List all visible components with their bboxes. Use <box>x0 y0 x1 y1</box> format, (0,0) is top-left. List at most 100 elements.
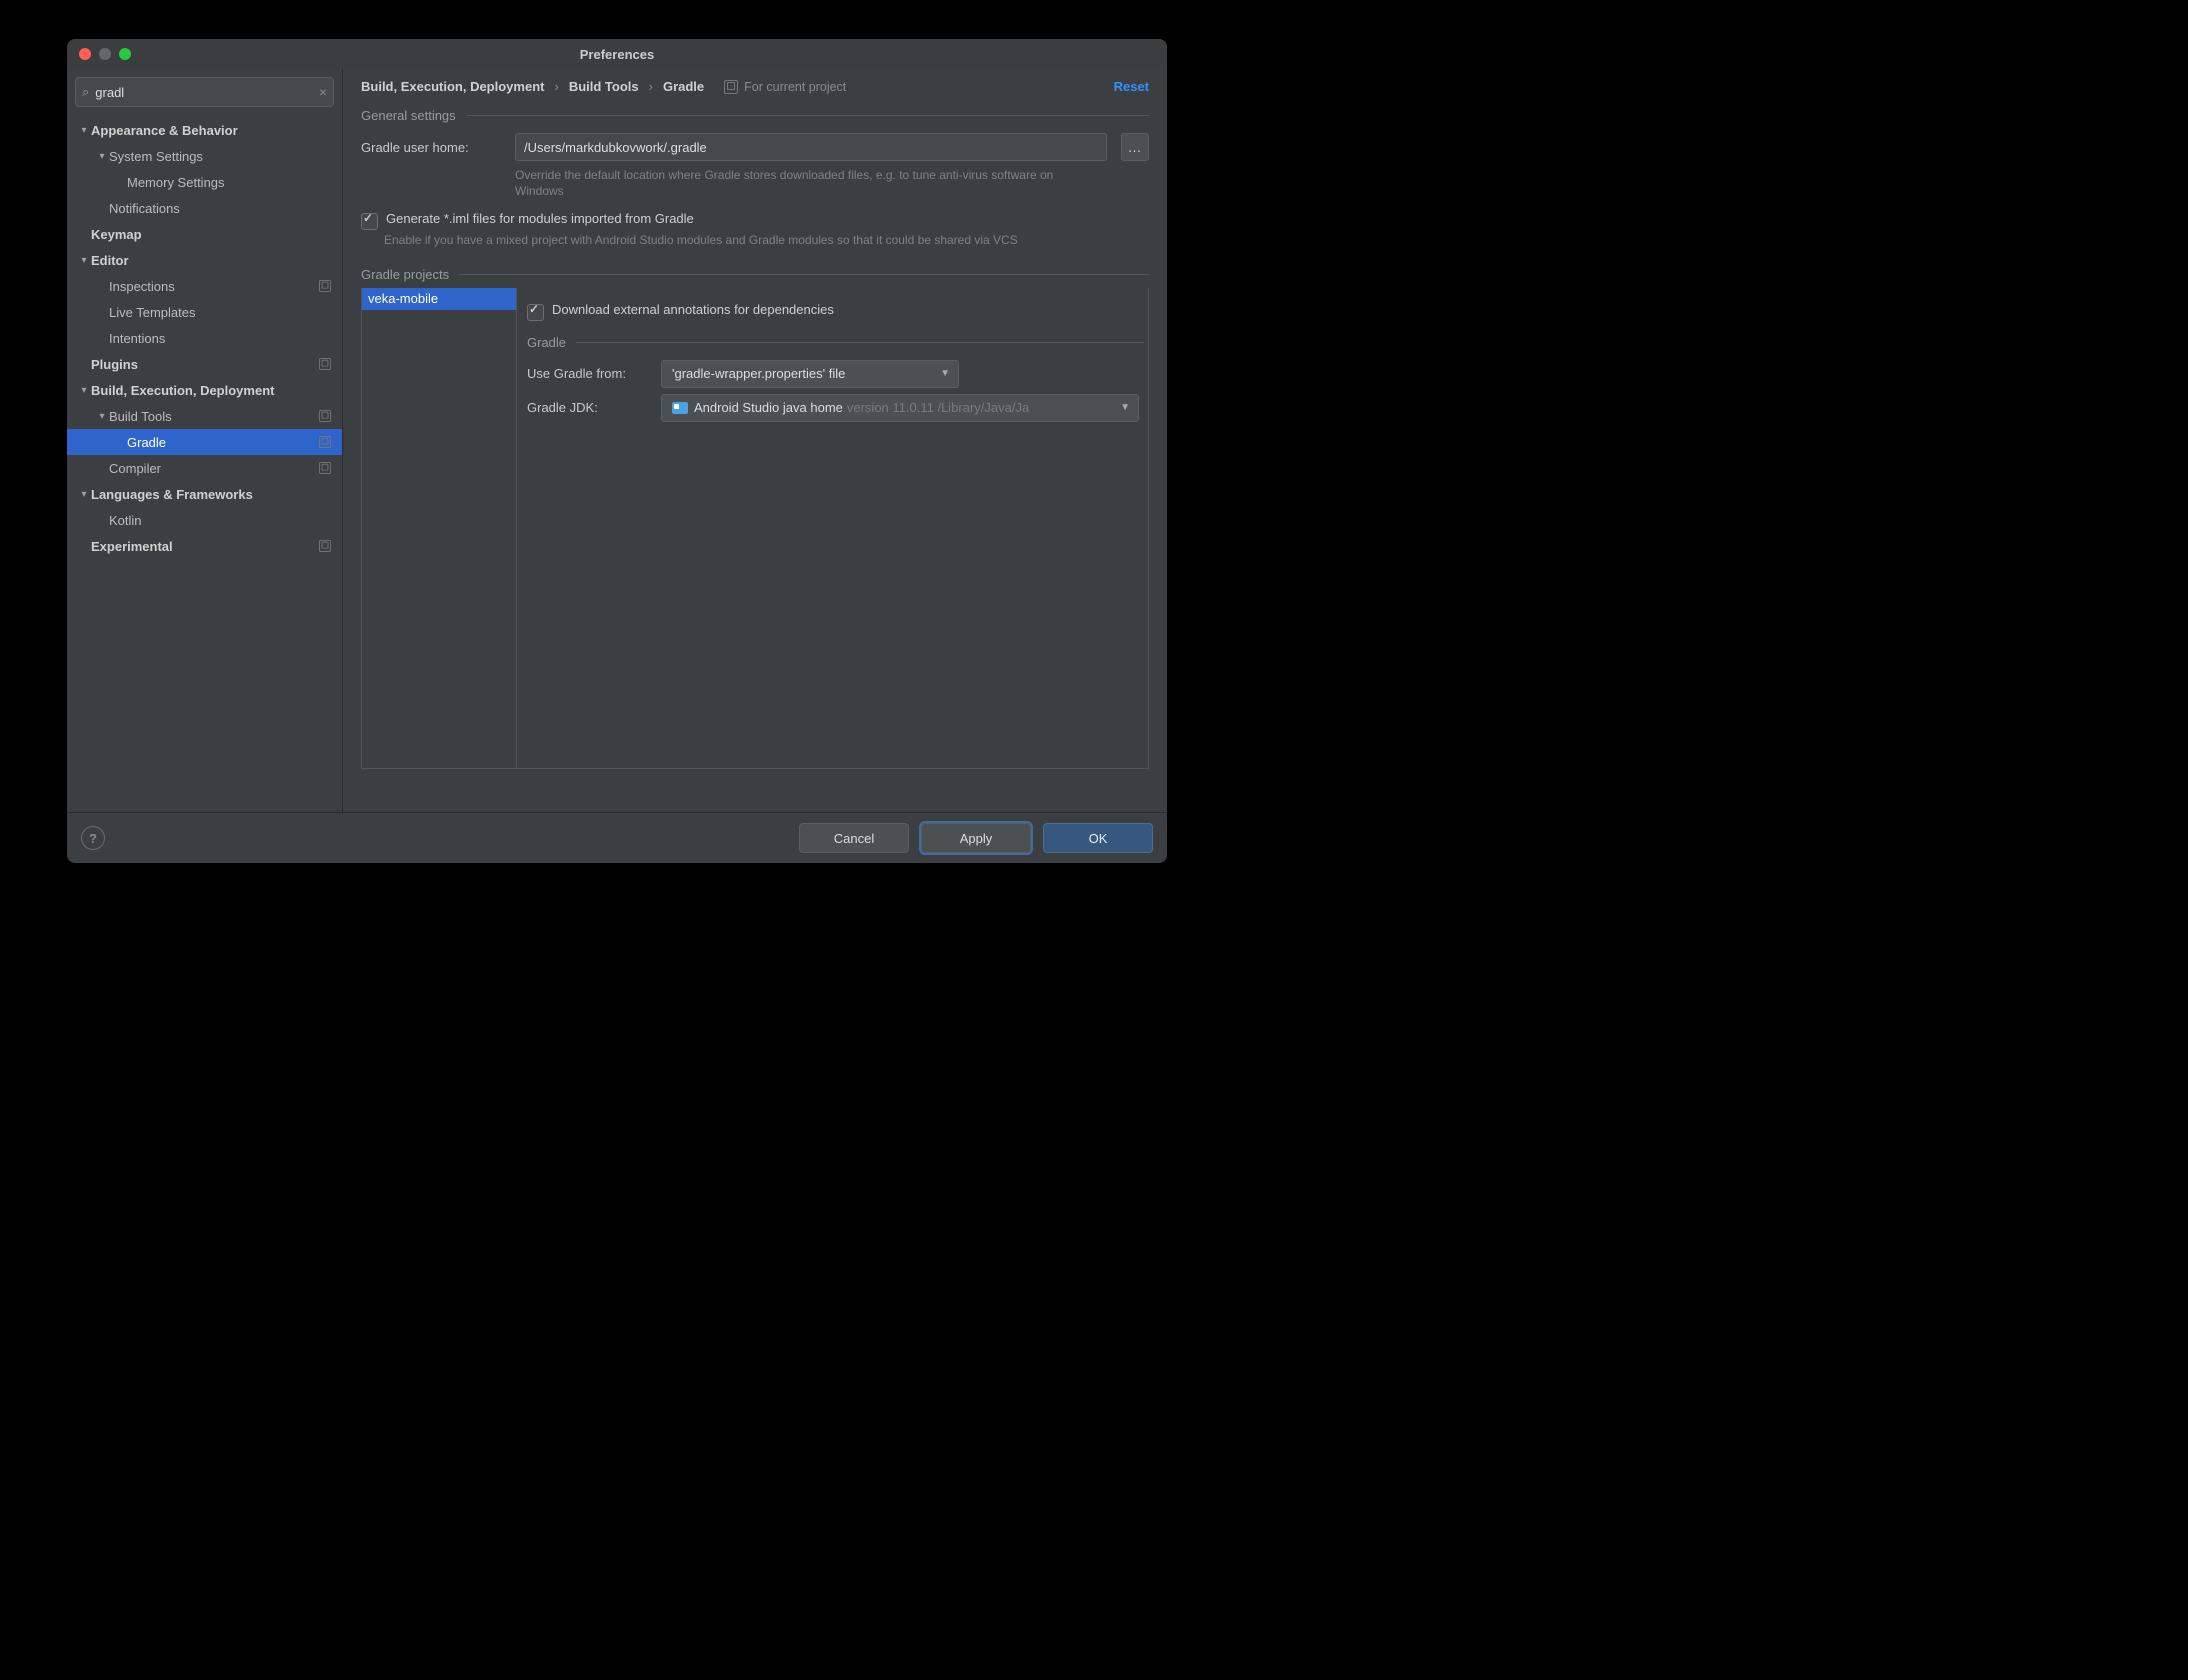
use-gradle-from-label: Use Gradle from: <box>527 366 647 381</box>
sidebar-item-label: Notifications <box>109 201 342 216</box>
search-box[interactable]: ⌕ × <box>75 77 334 107</box>
general-settings-title: General settings <box>361 108 1149 123</box>
divider <box>576 342 1144 343</box>
gradle-project-item[interactable]: veka-mobile <box>362 288 516 310</box>
sidebar-item-gradle[interactable]: Gradle <box>67 429 342 455</box>
sidebar-item-label: Keymap <box>91 227 342 242</box>
generate-iml-checkbox[interactable] <box>361 213 378 230</box>
download-annotations-checkbox[interactable] <box>527 304 544 321</box>
divider <box>459 274 1149 275</box>
gradle-subsection-title: Gradle <box>527 335 1144 350</box>
gradle-jdk-row: Gradle JDK: Android Studio java home ver… <box>527 394 1144 422</box>
gradle-project-list: veka-mobile <box>362 288 517 768</box>
sidebar-item-compiler[interactable]: Compiler <box>67 455 342 481</box>
settings-tree: ▾Appearance & Behavior▾System SettingsMe… <box>67 115 342 812</box>
project-scope-icon <box>318 357 332 371</box>
scope-indicator: For current project <box>724 80 846 94</box>
zoom-window-button[interactable] <box>119 48 131 60</box>
sidebar-item-experimental[interactable]: Experimental <box>67 533 342 559</box>
chevron-icon: ▾ <box>95 151 109 162</box>
divider <box>466 115 1149 116</box>
generate-iml-row: Generate *.iml files for modules importe… <box>361 211 1149 230</box>
sidebar-item-appearance-behavior[interactable]: ▾Appearance & Behavior <box>67 117 342 143</box>
breadcrumb-sep: › <box>649 79 653 94</box>
gradle-home-hint: Override the default location where Grad… <box>515 167 1095 199</box>
sidebar-item-build-execution-deployment[interactable]: ▾Build, Execution, Deployment <box>67 377 342 403</box>
chevron-icon: ▾ <box>77 489 91 500</box>
crumb-build-tools[interactable]: Build Tools <box>569 79 639 94</box>
search-icon: ⌕ <box>82 84 89 100</box>
chevron-icon: ▾ <box>77 255 91 266</box>
crumb-gradle: Gradle <box>663 79 704 94</box>
sidebar-item-label: Memory Settings <box>127 175 342 190</box>
sidebar-item-label: Languages & Frameworks <box>91 487 342 502</box>
general-settings-title-text: General settings <box>361 108 456 123</box>
generate-iml-label[interactable]: Generate *.iml files for modules importe… <box>386 211 694 226</box>
apply-button[interactable]: Apply <box>921 823 1031 853</box>
preferences-window: Preferences ⌕ × ▾Appearance & Behavior▾S… <box>67 39 1167 863</box>
window-controls <box>79 48 131 60</box>
sidebar-item-label: System Settings <box>109 149 342 164</box>
sidebar-item-label: Inspections <box>109 279 318 294</box>
gradle-home-row: Gradle user home: … <box>361 133 1149 161</box>
clear-search-icon[interactable]: × <box>319 84 327 100</box>
sidebar-item-label: Build Tools <box>109 409 318 424</box>
help-button[interactable]: ? <box>81 826 105 850</box>
sidebar-item-live-templates[interactable]: Live Templates <box>67 299 342 325</box>
sidebar-item-label: Gradle <box>127 435 318 450</box>
breadcrumb-sep: › <box>554 79 558 94</box>
gradle-jdk-main: Android Studio java home <box>694 400 843 415</box>
scope-label: For current project <box>744 80 846 94</box>
project-scope-icon <box>318 539 332 553</box>
download-annotations-label[interactable]: Download external annotations for depend… <box>552 302 834 317</box>
dialog-footer: ? Cancel Apply OK <box>67 812 1167 863</box>
sidebar-item-build-tools[interactable]: ▾Build Tools <box>67 403 342 429</box>
reset-link[interactable]: Reset <box>1114 79 1149 94</box>
sidebar-item-keymap[interactable]: Keymap <box>67 221 342 247</box>
sidebar-item-kotlin[interactable]: Kotlin <box>67 507 342 533</box>
chevron-icon: ▾ <box>77 125 91 136</box>
breadcrumb: Build, Execution, Deployment › Build Too… <box>343 69 1167 104</box>
sidebar-item-inspections[interactable]: Inspections <box>67 273 342 299</box>
sidebar-item-label: Intentions <box>109 331 342 346</box>
generate-iml-hint: Enable if you have a mixed project with … <box>384 232 1149 248</box>
sidebar-item-label: Kotlin <box>109 513 342 528</box>
project-scope-icon <box>318 461 332 475</box>
crumb-build[interactable]: Build, Execution, Deployment <box>361 79 544 94</box>
sidebar-item-label: Experimental <box>91 539 318 554</box>
gradle-projects-section: Gradle projects veka-mobile Download ext… <box>361 267 1149 769</box>
use-gradle-from-select[interactable]: 'gradle-wrapper.properties' file ▼ <box>661 360 959 388</box>
sidebar-item-label: Build, Execution, Deployment <box>91 383 342 398</box>
sidebar-item-editor[interactable]: ▾Editor <box>67 247 342 273</box>
chevron-down-icon: ▼ <box>1120 402 1130 413</box>
sidebar-item-label: Live Templates <box>109 305 342 320</box>
sidebar-item-intentions[interactable]: Intentions <box>67 325 342 351</box>
sidebar-item-system-settings[interactable]: ▾System Settings <box>67 143 342 169</box>
gradle-subsection-title-text: Gradle <box>527 335 566 350</box>
cancel-button[interactable]: Cancel <box>799 823 909 853</box>
sidebar-item-notifications[interactable]: Notifications <box>67 195 342 221</box>
gradle-projects-title-text: Gradle projects <box>361 267 449 282</box>
search-input[interactable] <box>93 84 319 101</box>
settings-sidebar: ⌕ × ▾Appearance & Behavior▾System Settin… <box>67 69 343 812</box>
project-scope-icon <box>318 409 332 423</box>
dialog-body: ⌕ × ▾Appearance & Behavior▾System Settin… <box>67 69 1167 812</box>
sidebar-item-plugins[interactable]: Plugins <box>67 351 342 377</box>
browse-button[interactable]: … <box>1121 133 1149 161</box>
gradle-jdk-select[interactable]: Android Studio java home version 11.0.11… <box>661 394 1139 422</box>
minimize-window-button[interactable] <box>99 48 111 60</box>
close-window-button[interactable] <box>79 48 91 60</box>
general-settings-section: General settings Gradle user home: … Ove… <box>361 108 1149 249</box>
sidebar-item-label: Plugins <box>91 357 318 372</box>
sidebar-item-label: Compiler <box>109 461 318 476</box>
settings-main: Build, Execution, Deployment › Build Too… <box>343 69 1167 812</box>
chevron-icon: ▾ <box>77 385 91 396</box>
sidebar-item-languages-frameworks[interactable]: ▾Languages & Frameworks <box>67 481 342 507</box>
gradle-jdk-sub: version 11.0.11 /Library/Java/Ja <box>847 400 1029 415</box>
sidebar-item-label: Appearance & Behavior <box>91 123 342 138</box>
window-title: Preferences <box>67 47 1167 62</box>
chevron-icon: ▾ <box>95 411 109 422</box>
gradle-home-input[interactable] <box>515 133 1107 161</box>
sidebar-item-memory-settings[interactable]: Memory Settings <box>67 169 342 195</box>
ok-button[interactable]: OK <box>1043 823 1153 853</box>
